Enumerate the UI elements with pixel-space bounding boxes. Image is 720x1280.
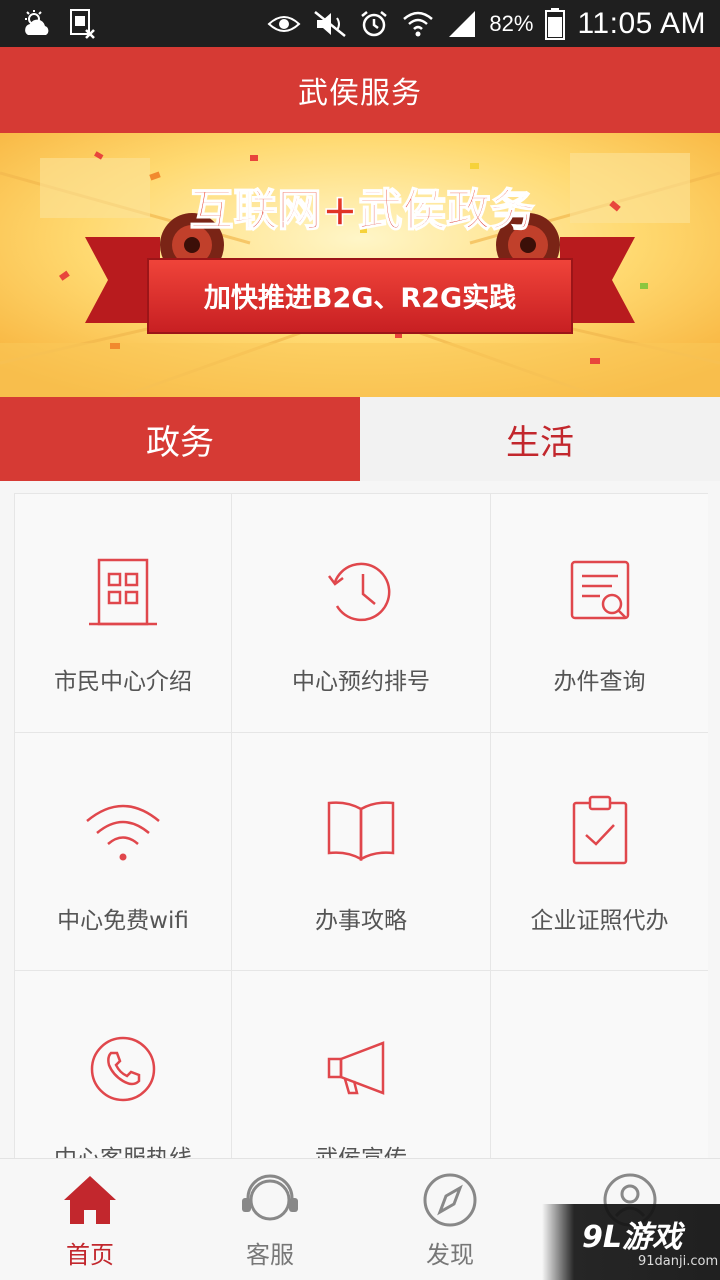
service-free-wifi[interactable]: 中心免费wifi [15,733,232,971]
clock-history-icon [328,562,391,622]
service-label: 中心免费wifi [57,908,189,934]
signal-icon [447,10,477,38]
compass-icon [423,1173,477,1227]
phone-icon [90,1036,156,1102]
promo-banner[interactable]: 加快推进B2G、R2G实践 互联网+武侯政务 [0,133,720,397]
clipboard-check-icon [572,795,627,865]
page-title: 武侯服务 [298,76,422,111]
mute-icon [313,10,347,38]
watermark-url: 91danji.com [638,1254,719,1269]
sim-icon [68,8,98,40]
service-hotline[interactable]: 中心客服热线 [15,971,232,1158]
home-icon [64,1176,116,1224]
wifi-icon [401,9,435,39]
service-label: 办事攻略 [315,908,407,934]
clock: 11:05 AM [577,6,706,40]
app-header: 武侯服务 [0,47,720,133]
nav-home[interactable]: 首页 [0,1159,180,1280]
battery-percent: 82% [489,10,534,36]
status-bar: 82% 11:05 AM [0,0,720,47]
category-tabs: 政务 生活 [0,397,720,481]
banner-headline: 互联网+武侯政务 [190,185,535,236]
watermark: 9L游戏 91danji.com [542,1204,720,1280]
tab-life[interactable]: 生活 [360,397,720,481]
service-label: 中心客服热线 [15,1139,231,1158]
service-label: 企业证照代办 [530,908,669,934]
book-icon [327,801,395,862]
nav-customer-service[interactable]: 客服 [180,1159,360,1280]
watermark-logo: 9L游戏 [582,1220,682,1255]
service-guide[interactable]: 办事攻略 [232,733,491,971]
service-label: 武侯宣传 [232,1139,490,1158]
wifi-icon [86,804,160,861]
megaphone-icon [327,1041,385,1095]
service-appointment-queue[interactable]: 中心预约排号 [232,494,491,733]
service-enterprise-license[interactable]: 企业证照代办 [491,733,708,971]
eye-icon [267,12,301,36]
service-label: 办件查询 [553,669,646,695]
service-label: 市民中心介绍 [54,669,192,695]
banner-ribbon-text: 加快推进B2G、R2G实践 [204,282,516,314]
building-icon [89,558,157,626]
battery-icon [545,7,566,40]
service-case-query[interactable]: 办件查询 [491,494,708,733]
service-publicity[interactable]: 武侯宣传 [232,971,491,1158]
nav-label: 首页 [66,1241,114,1269]
service-citizen-center-intro[interactable]: 市民中心介绍 [15,494,232,733]
service-grid: 市民中心介绍 中心预约排号 办件查询 中心免费wifi 办事攻略 企业证照代办 [14,493,708,1158]
alarm-icon [359,9,389,39]
document-search-icon [570,560,629,620]
nav-discover[interactable]: 发现 [360,1159,540,1280]
tab-government[interactable]: 政务 [0,397,360,481]
service-label: 中心预约排号 [292,669,430,695]
empty-cell [491,971,708,1158]
headset-icon [242,1174,298,1221]
nav-label: 发现 [426,1241,474,1269]
weather-icon [20,9,54,39]
nav-label: 客服 [246,1241,294,1269]
